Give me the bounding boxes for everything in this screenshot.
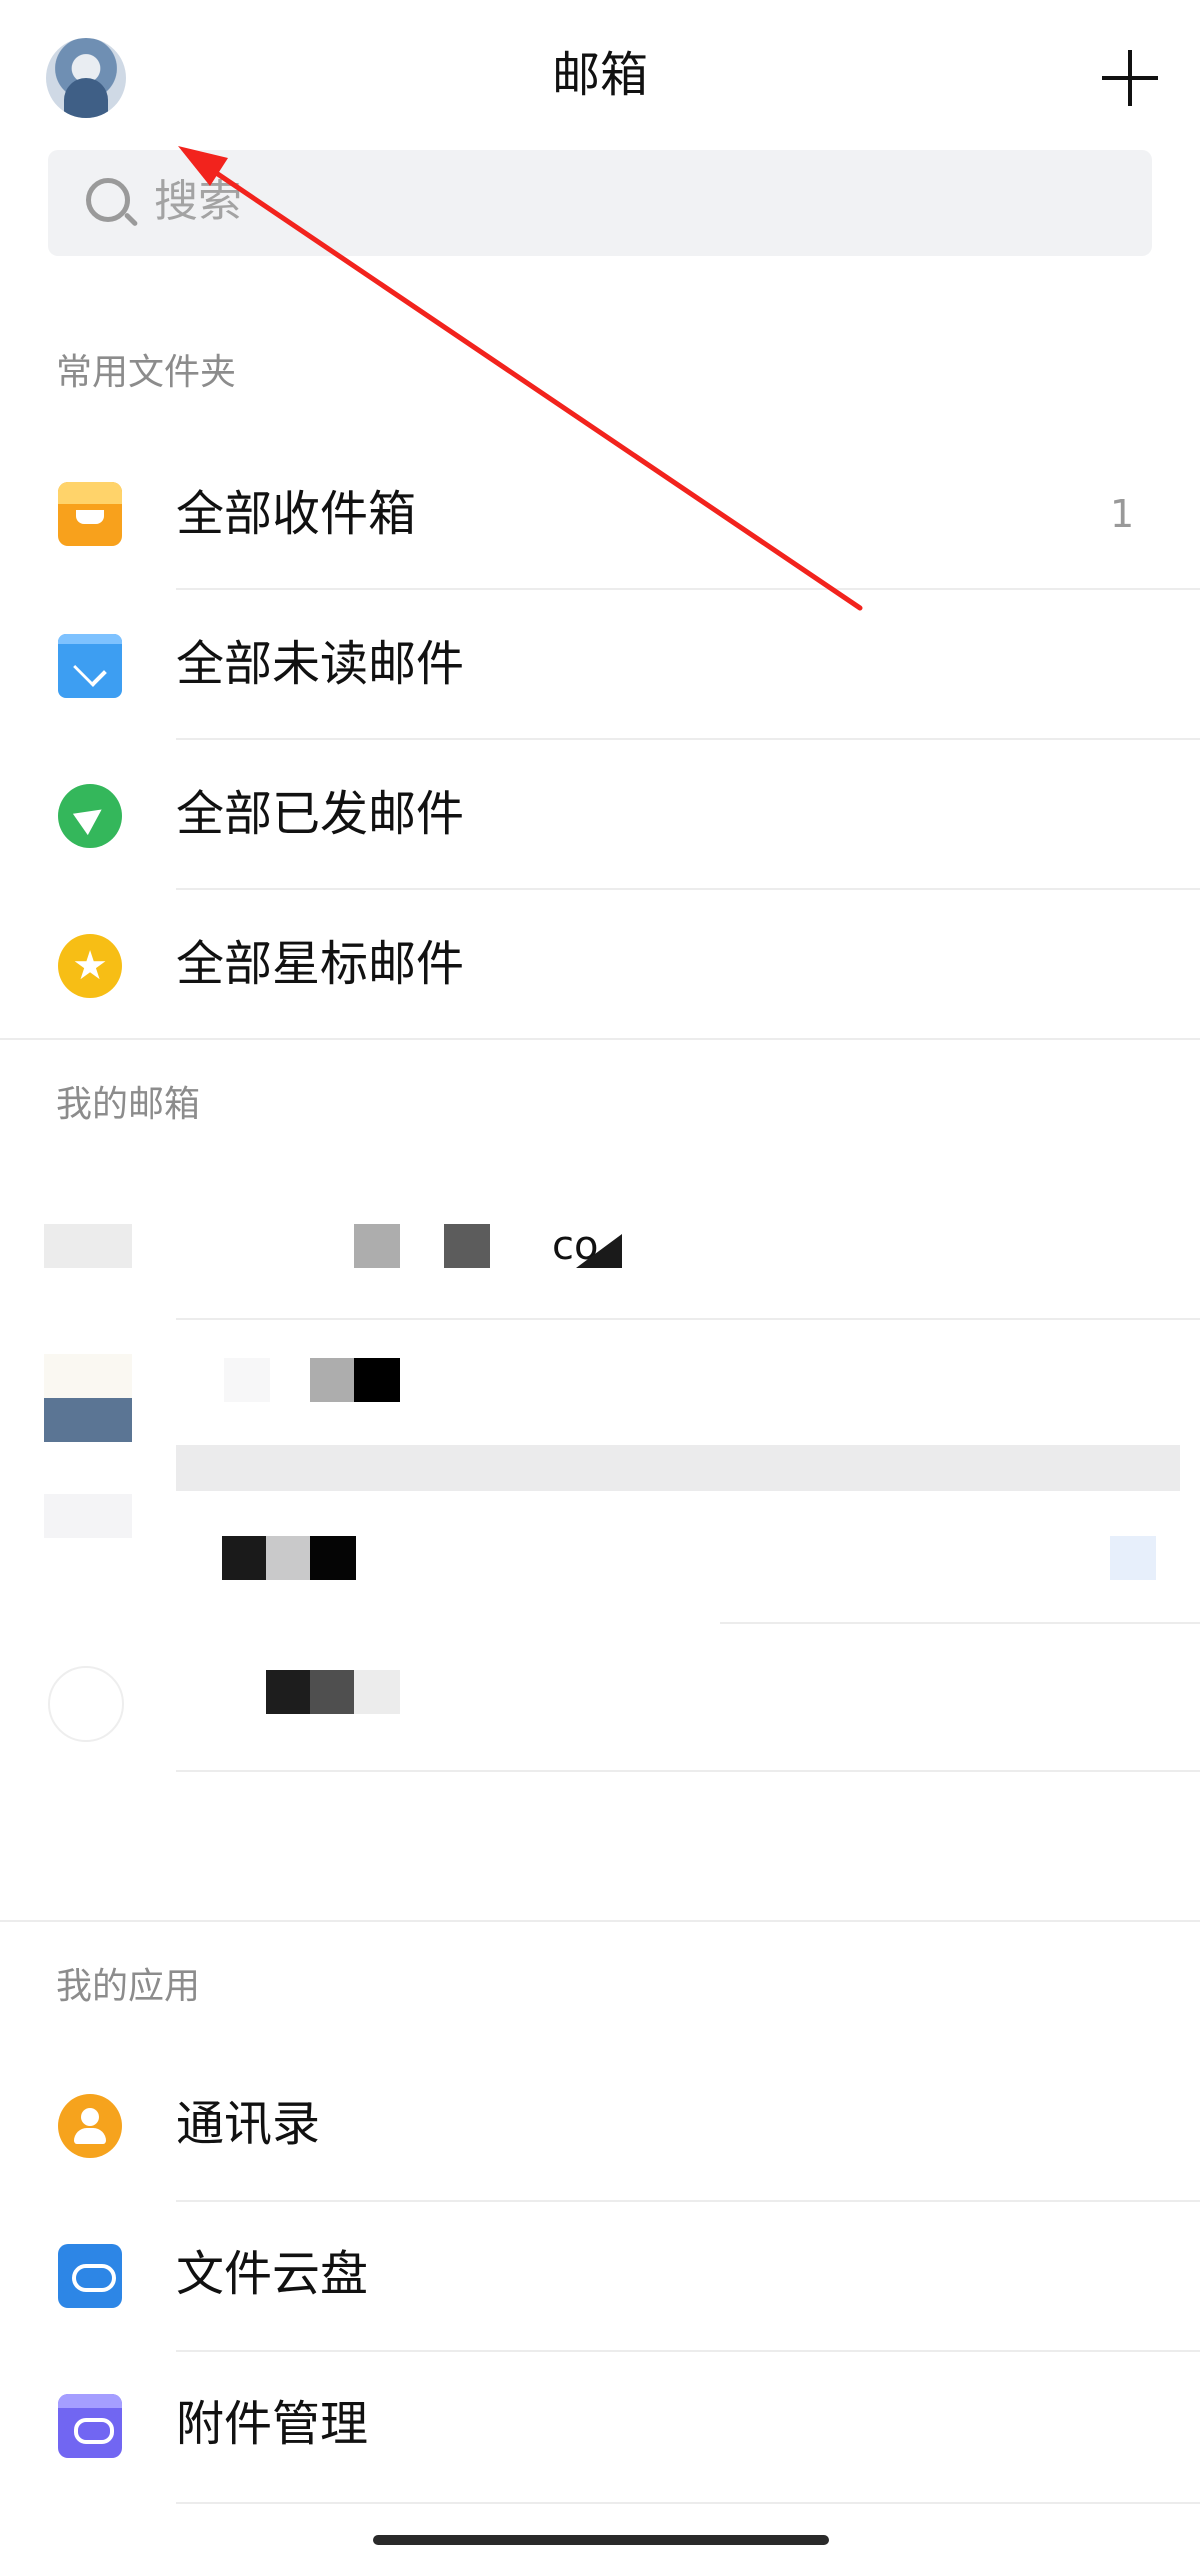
home-indicator[interactable] [373,2535,829,2545]
annotation-arrow [178,146,863,611]
